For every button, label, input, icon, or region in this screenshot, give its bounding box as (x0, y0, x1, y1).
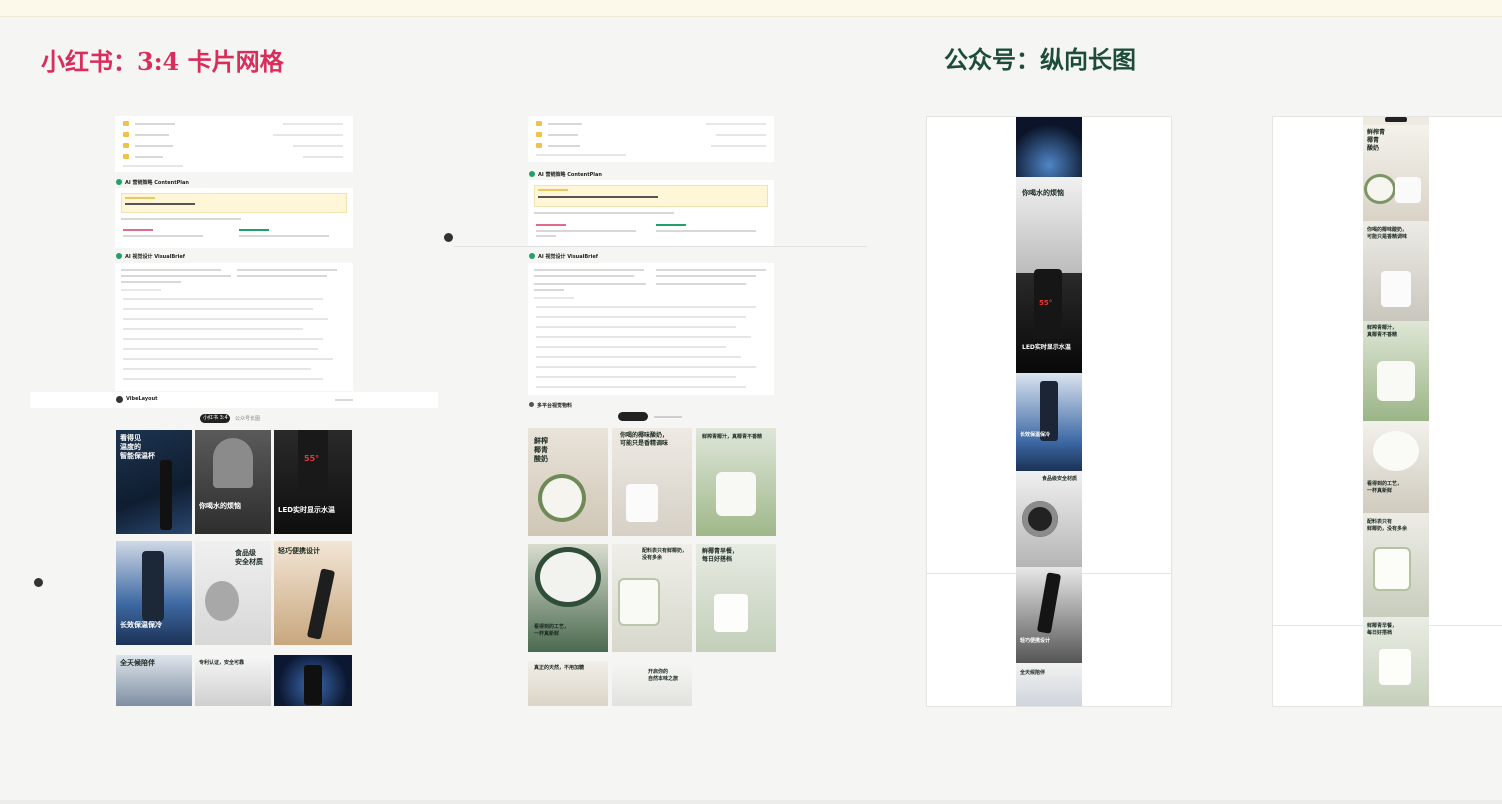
xhs-screenshot-yogurt: AI 营销策略 ContentPlan AI 视觉设计 VisualBrief … (442, 116, 867, 706)
yogurt-tile-caption: 鲜榨青 椰青 酸奶 (1367, 129, 1386, 152)
tab-xhs[interactable]: 小红书 3:4 (200, 414, 230, 423)
xhs-card[interactable] (274, 655, 352, 706)
scroll-marker[interactable] (34, 578, 43, 587)
status-dot (529, 402, 534, 407)
xhs-card[interactable]: 55° LED实时显示水温 (274, 430, 352, 534)
xhs-section-title: 小红书：3:4 卡片网格 (41, 47, 284, 76)
status-dot (116, 179, 122, 185)
xhs-card[interactable]: 专利认证，安全可靠 (195, 655, 271, 706)
tab-xhs[interactable] (618, 412, 648, 421)
gzh-long-image-cup[interactable]: 你喝水的烦恼 55° LED实时显示水温 长效保温保冷 食品级安全材质 轻巧便携… (1016, 117, 1082, 706)
cup-tile-caption: 食品级安全材质 (1042, 476, 1078, 482)
xhs-card[interactable]: 真正的天然，不用加糖 (528, 661, 608, 706)
gzh-long-image-frame-yogurt: 鲜榨青 椰青 酸奶 你喝的椰味酸奶， 可能只是香精调味 鲜榨青椰汁， 真椰青不香… (1272, 116, 1502, 707)
yogurt-tile-caption: 看得到的工艺， 一杯真新鲜 (1367, 481, 1403, 494)
bottom-divider (0, 800, 1502, 804)
gzh-long-image-yogurt[interactable]: 鲜榨青 椰青 酸奶 你喝的椰味酸奶， 可能只是香精调味 鲜榨青椰汁， 真椰青不香… (1363, 117, 1429, 706)
tab-gzh[interactable] (654, 416, 682, 418)
scroll-marker[interactable] (444, 233, 453, 242)
status-dot (116, 253, 122, 259)
xhs-card[interactable]: 食品级 安全材质 (195, 541, 271, 645)
yogurt-tile-caption: 鲜榨青椰汁， 真椰青不香精 (1367, 325, 1398, 338)
xhs-card[interactable]: 鲜榨 椰青 酸奶 (528, 428, 608, 536)
xhs-card[interactable]: 看得见 温度的 智能保温杯 (116, 430, 192, 534)
tab-gzh[interactable]: 公众号长图 (235, 416, 260, 422)
xhs-card[interactable]: 鲜椰青早餐， 每日好搭档 (696, 544, 776, 652)
cup-tile-caption: 全天候陪伴 (1020, 670, 1046, 676)
multi-platform-heading: 多平台视觉物料 (537, 403, 573, 409)
content-plan-heading: AI 营销策略 ContentPlan (125, 180, 189, 186)
yogurt-tile-caption: 鲜椰青早餐， 每日好搭档 (1367, 623, 1398, 636)
xhs-card[interactable]: 长效保温保冷 (116, 541, 192, 645)
app-header: VibeLayout (30, 392, 438, 408)
content-plan-heading: AI 营销策略 ContentPlan (538, 172, 602, 178)
divider (454, 246, 867, 247)
yogurt-tile-caption: 配料表只有 鲜椰奶，没有多余 (1367, 519, 1408, 532)
xhs-screenshot-cup: AI 营销策略 ContentPlan AI 视觉设计 VisualBrief … (30, 116, 438, 706)
visual-brief-heading: AI 视觉设计 VisualBrief (125, 254, 185, 260)
gzh-section-title: 公众号：纵向长图 (944, 45, 1136, 74)
xhs-card[interactable]: 轻巧便携设计 (274, 541, 352, 645)
xhs-card[interactable]: 你喝的椰味酸奶， 可能只是香精调味 (612, 428, 692, 536)
yogurt-tile-caption: 你喝的椰味酸奶， 可能只是香精调味 (1367, 227, 1408, 240)
cup-tile-caption: LED实时显示水温 (1022, 344, 1071, 351)
status-dot (529, 171, 535, 177)
xhs-card[interactable]: 配料表只有鲜椰奶， 没有多余 (612, 544, 692, 652)
top-banner (0, 0, 1502, 17)
content-plan-card (115, 188, 353, 248)
tag-list (528, 116, 774, 162)
app-name: VibeLayout (126, 396, 158, 402)
visual-brief-card (528, 263, 774, 395)
visual-brief-card (115, 263, 353, 391)
cup-tile-caption: 轻巧便携设计 (1020, 638, 1051, 644)
status-dot (529, 253, 535, 259)
tag-list (115, 116, 353, 172)
xhs-card[interactable]: 全天候陪伴 (116, 655, 192, 706)
xhs-card[interactable]: 鲜榨青椰汁，真椰青不香精 (696, 428, 776, 536)
visual-brief-heading: AI 视觉设计 VisualBrief (538, 254, 598, 260)
cup-tile-caption: 长效保温保冷 (1020, 432, 1051, 438)
content-plan-card (528, 180, 774, 246)
xhs-card[interactable]: 看得到的工艺， 一杯真新鲜 (528, 544, 608, 652)
cup-tile-caption: 你喝水的烦恼 (1022, 189, 1064, 197)
xhs-card[interactable]: 开启你的 自然本味之旅 (612, 661, 692, 706)
xhs-card[interactable]: 你喝水的烦恼 (195, 430, 271, 534)
gzh-long-image-frame-cup: 你喝水的烦恼 55° LED实时显示水温 长效保温保冷 食品级安全材质 轻巧便携… (926, 116, 1172, 707)
